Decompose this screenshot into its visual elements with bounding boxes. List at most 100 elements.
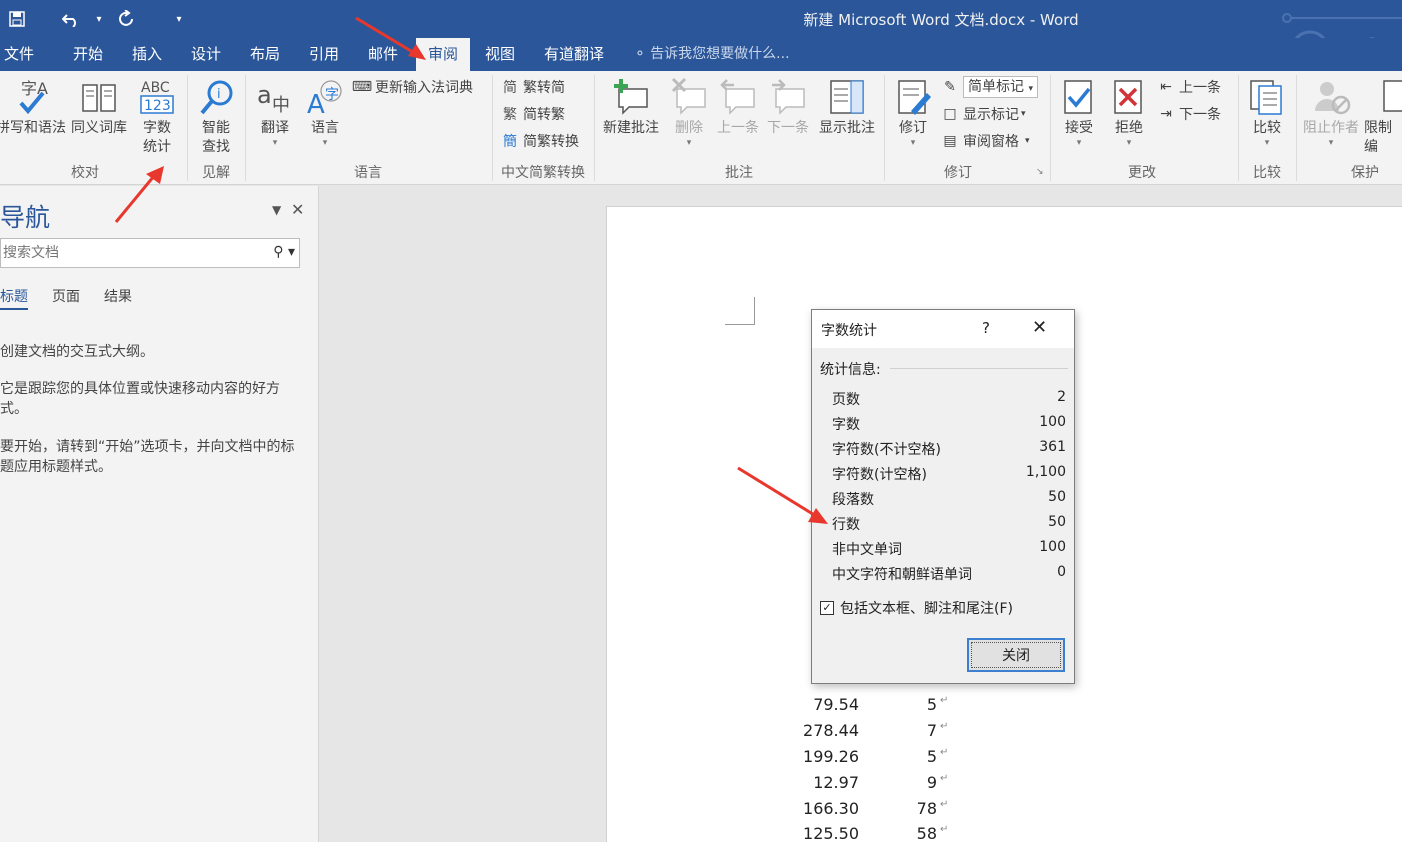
close-icon[interactable]: ✕ xyxy=(1032,317,1047,338)
tab-layout[interactable]: 布局 xyxy=(246,38,284,71)
restrict-editing-icon xyxy=(1383,80,1402,112)
tab-home[interactable]: 开始 xyxy=(69,38,107,71)
show-comments-button[interactable]: 显示批注 xyxy=(814,77,880,138)
translate-button[interactable]: a中 翻译 ▾ xyxy=(250,77,300,148)
simplified-to-traditional-button[interactable]: 繁 简转繁 xyxy=(500,102,565,126)
chinese-conversion-button[interactable]: 簡 简繁转换 xyxy=(500,129,579,153)
divider xyxy=(890,368,1068,369)
reviewing-pane-icon: ▤ xyxy=(943,133,957,149)
update-ime-dictionary-button[interactable]: ⌨ 更新输入法词典 xyxy=(352,75,473,99)
delete-comment-icon xyxy=(671,77,706,115)
group-label-compare: 比较 xyxy=(1253,165,1281,181)
group-label-chinese-conversion: 中文简繁转换 xyxy=(501,165,585,181)
reject-button[interactable]: 拒绝 ▾ xyxy=(1106,77,1152,148)
chevron-down-icon: ▾ xyxy=(1264,138,1270,148)
traditional-char-icon: 简 xyxy=(503,80,517,96)
group-label-proofing: 校对 xyxy=(71,165,99,181)
reviewing-pane-button[interactable]: ▤ 审阅窗格 ▾ xyxy=(940,129,1030,153)
next-change-icon: ⇥ xyxy=(1160,106,1172,122)
compare-button[interactable]: 比较 ▾ xyxy=(1244,77,1290,148)
block-authors-button[interactable]: 阻止作者 ▾ xyxy=(1300,77,1362,148)
tab-youdao[interactable]: 有道翻译 xyxy=(540,38,608,71)
chevron-down-icon: ▾ xyxy=(1025,136,1030,146)
stat-row-pages: 页数 2 xyxy=(832,389,1066,408)
word-count-dialog: 字数统计 ? ✕ 统计信息: 页数 2 字数 100 字符数(不计空格) 361 字符… xyxy=(811,309,1075,684)
table-row: 278.44 7 ↵ xyxy=(803,721,949,740)
svg-text:字: 字 xyxy=(325,87,339,103)
close-button[interactable]: 关闭 xyxy=(967,638,1065,672)
paragraph-mark-icon: ↵ xyxy=(940,721,949,732)
svg-text:字A: 字A xyxy=(21,79,48,98)
next-comment-icon xyxy=(772,79,805,115)
tab-insert[interactable]: 插入 xyxy=(128,38,166,71)
track-changes-button[interactable]: 修订 ▾ xyxy=(890,77,936,148)
tab-view[interactable]: 视图 xyxy=(481,38,519,71)
thesaurus-button[interactable]: 同义词库 xyxy=(66,77,132,138)
paragraph-mark-icon: ↵ xyxy=(940,747,949,758)
previous-change-button[interactable]: ⇤ 上一条 xyxy=(1156,75,1221,99)
svg-text:123: 123 xyxy=(144,98,171,114)
close-icon[interactable]: ✕ xyxy=(291,200,304,219)
new-comment-button[interactable]: 新建批注 xyxy=(598,77,664,138)
svg-text:A: A xyxy=(307,90,325,117)
stat-row-chars-no-spaces: 字符数(不计空格) 361 xyxy=(832,439,1066,458)
abc-123-icon: ABC 123 xyxy=(140,80,174,114)
chevron-down-icon: ▾ xyxy=(1126,138,1132,148)
smart-lookup-button[interactable]: i 智能 查找 xyxy=(192,77,240,157)
previous-comment-button[interactable]: 上一条 xyxy=(714,77,762,138)
chevron-down-icon: ▾ xyxy=(1028,84,1033,94)
window-title: 新建 Microsoft Word 文档.docx - Word xyxy=(803,11,1079,29)
table-row: 125.50 58 ↵ xyxy=(803,824,949,842)
include-textboxes-option[interactable]: ✓ 包括文本框、脚注和尾注(F) xyxy=(820,598,1013,618)
group-separator xyxy=(594,75,595,181)
ribbon: 字A 拼写和语法 同义词库 ABC 123 字数 统计 校对 i 智能 查找 见解… xyxy=(0,71,1402,185)
accept-button[interactable]: 接受 ▾ xyxy=(1056,77,1102,148)
stat-row-cjk-characters: 中文字符和朝鲜语单词 0 xyxy=(832,564,1066,583)
include-checkbox[interactable]: ✓ xyxy=(820,601,834,615)
search-icon[interactable]: ⚲ ▾ xyxy=(273,244,295,260)
nav-tab-headings[interactable]: 标题 xyxy=(0,286,28,310)
paragraph-mark-icon: ↵ xyxy=(940,695,949,706)
tab-review[interactable]: 审阅 xyxy=(416,38,471,71)
group-label-language: 语言 xyxy=(354,165,382,181)
magnifier-icon: i xyxy=(200,80,233,115)
chevron-down-icon: ▾ xyxy=(910,138,916,148)
search-input[interactable] xyxy=(1,239,251,267)
group-separator xyxy=(1238,75,1239,181)
tab-references[interactable]: 引用 xyxy=(305,38,343,71)
next-comment-button[interactable]: 下一条 xyxy=(764,77,812,138)
next-change-button[interactable]: ⇥ 下一条 xyxy=(1156,102,1221,126)
chevron-down-icon: ▾ xyxy=(1021,109,1026,119)
spelling-grammar-button[interactable]: 字A 拼写和语法 xyxy=(0,77,66,138)
group-separator xyxy=(245,75,246,181)
group-separator xyxy=(187,75,188,181)
simple-markup-select[interactable]: 简单标记 ▾ xyxy=(963,76,1038,98)
tab-design[interactable]: 设计 xyxy=(187,38,225,71)
spelling-check-icon: 字A xyxy=(19,79,48,115)
group-separator xyxy=(492,75,493,181)
restrict-editing-button[interactable]: 限制编 xyxy=(1364,77,1402,157)
stat-row-chars-with-spaces: 字符数(计空格) 1,100 xyxy=(832,464,1066,483)
nav-options-icon[interactable]: ▼ xyxy=(272,203,281,217)
dialog-launcher-icon[interactable]: ↘ xyxy=(1036,167,1044,177)
language-button[interactable]: A字 语言 ▾ xyxy=(302,77,348,148)
stat-row-words: 字数 100 xyxy=(832,414,1066,433)
statistics-label: 统计信息: xyxy=(820,362,881,378)
tab-mailings[interactable]: 邮件 xyxy=(364,38,402,71)
traditional-to-simplified-button[interactable]: 简 繁转简 xyxy=(500,75,565,99)
markup-display-dropdown[interactable]: ✎ 简单标记 ▾ xyxy=(940,75,1038,99)
group-label-changes: 更改 xyxy=(1128,165,1156,181)
show-markup-button[interactable]: □ 显示标记 ▾ xyxy=(940,102,1026,126)
chevron-down-icon: ▾ xyxy=(1328,138,1334,148)
word-count-button[interactable]: ABC 123 字数 统计 xyxy=(134,77,180,157)
delete-comment-button[interactable]: 删除 ▾ xyxy=(666,77,712,148)
nav-tab-pages[interactable]: 页面 xyxy=(52,286,80,310)
nav-help-text-2: 它是跟踪您的具体位置或快速移动内容的好方式。 xyxy=(0,381,280,417)
tab-file[interactable]: 文件 xyxy=(0,38,38,71)
tell-me-box[interactable]: ⚬ 告诉我您想要做什么... xyxy=(634,38,790,71)
help-button[interactable]: ? xyxy=(982,319,990,337)
nav-help-text-3: 要开始，请转到“开始”选项卡，并向文档中的标题应用标题样式。 xyxy=(0,439,295,475)
stat-row-non-chinese-words: 非中文单词 100 xyxy=(832,539,1066,558)
paragraph-mark-icon: ↵ xyxy=(940,773,949,784)
nav-tab-results[interactable]: 结果 xyxy=(104,286,132,310)
